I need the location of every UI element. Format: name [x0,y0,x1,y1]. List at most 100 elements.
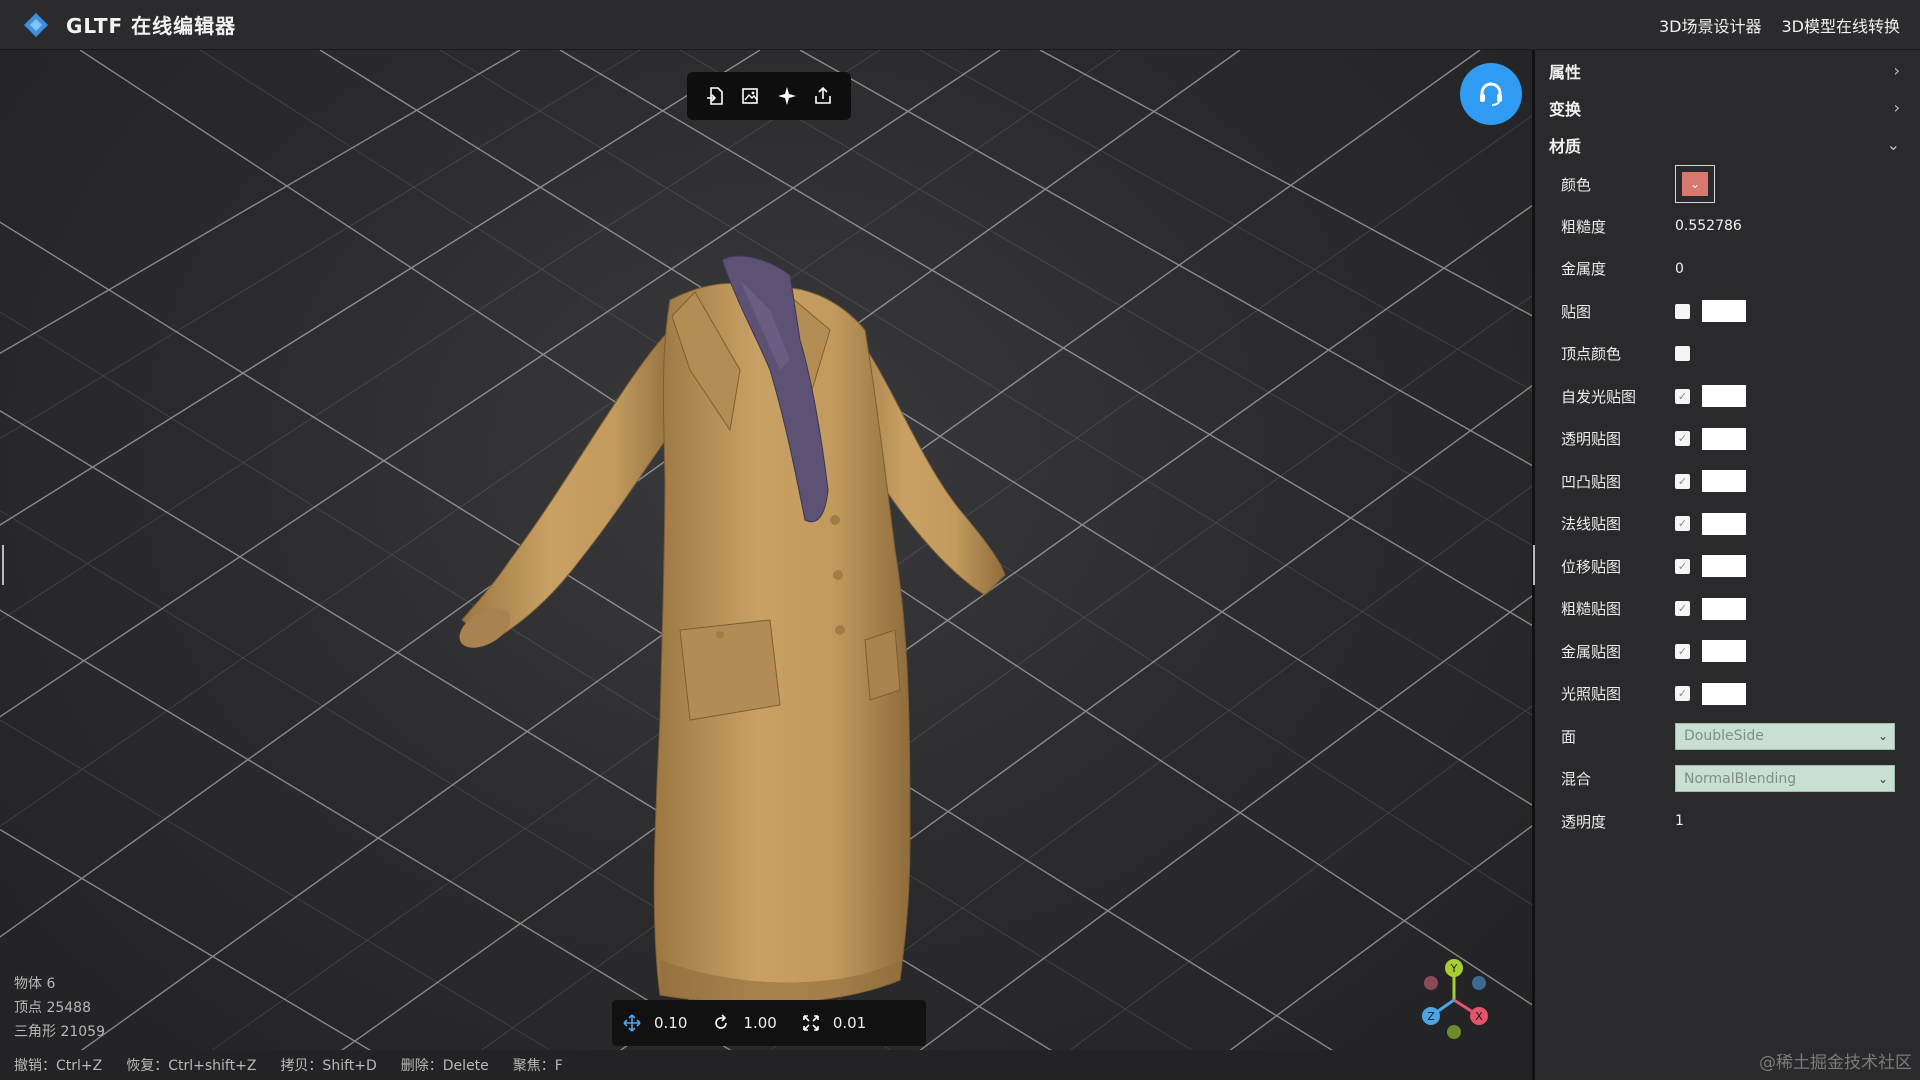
map-checkbox[interactable] [1675,303,1690,319]
model-converter-link[interactable]: 3D模型在线转换 [1781,13,1900,37]
roughness-label: 粗糙度 [1561,217,1607,236]
texture-map-row: 光照贴图 ✓ [1535,673,1920,716]
color-row: 颜色 ⌄ [1535,163,1920,205]
vertex-colors-label: 顶点颜色 [1561,345,1622,364]
shortcut-redo: 恢复：Ctrl+shift+Z [126,1058,257,1074]
rotate-icon [711,1013,731,1033]
texture-map-slot[interactable] [1702,385,1746,408]
image-export-button[interactable] [737,82,765,110]
opacity-value[interactable]: 1 [1675,813,1684,829]
import-button[interactable] [701,82,729,110]
section-transform[interactable]: 变换 › [1535,89,1920,126]
gizmo-x-label: X [1475,1010,1483,1023]
map-texture-slot[interactable] [1702,300,1746,323]
gizmo-y-label: Y [1450,962,1458,975]
scale-snap[interactable]: 0.01 [801,1013,866,1033]
texture-map-checkbox[interactable]: ✓ [1675,643,1690,659]
texture-map-slot[interactable] [1702,427,1746,450]
texture-map-row: 粗糙贴图 ✓ [1535,588,1920,631]
texture-map-label: 凹凸贴图 [1561,472,1622,491]
app-title: GLTF 在线编辑器 [66,14,237,38]
texture-map-row: 法线贴图 ✓ [1535,503,1920,546]
texture-map-row: 金属贴图 ✓ [1535,630,1920,673]
texture-map-checkbox[interactable]: ✓ [1675,516,1690,532]
color-label: 颜色 [1561,175,1592,194]
texture-map-checkbox[interactable]: ✓ [1675,601,1690,617]
chevron-down-icon: ⌄ [1877,771,1888,786]
help-button[interactable] [1460,63,1522,125]
coat-model[interactable] [440,220,1020,1020]
texture-map-slot[interactable] [1702,682,1746,705]
texture-map-row: 透明贴图 ✓ [1535,418,1920,461]
triangles-count: 三角形 21059 [14,1024,105,1040]
top-bar: GLTF 在线编辑器 3D场景设计器 3D模型在线转换 [0,0,1920,50]
texture-map-checkbox[interactable]: ✓ [1675,473,1690,489]
metalness-label: 金属度 [1561,260,1607,279]
roughness-row: 粗糙度 0.552786 [1535,205,1920,248]
color-picker[interactable]: ⌄ [1675,165,1715,203]
texture-map-slot[interactable] [1702,640,1746,663]
map-label: 贴图 [1561,302,1592,321]
light-icon [778,87,796,105]
properties-panel: 属性 › 变换 › 材质 ⌄ 颜色 ⌄ 粗糙度 0.552786 金属度 0 贴… [1535,50,1920,1080]
viewport-toolbar [687,72,851,120]
texture-map-label: 位移贴图 [1561,557,1622,576]
rotate-snap[interactable]: 1.00 [711,1013,777,1033]
chevron-right-icon: › [1893,98,1900,117]
blending-row: 混合 NormalBlending ⌄ [1535,758,1920,801]
vertices-count: 顶点 25488 [14,1000,91,1016]
shortcut-bar: 撤销：Ctrl+Z 恢复：Ctrl+shift+Z 拷贝：Shift+D 删除：… [0,1050,1532,1080]
move-snap-value: 0.10 [654,1014,688,1032]
3d-viewport[interactable]: Y X Z [0,50,1535,1080]
section-properties-title: 属性 [1549,62,1582,82]
section-material-title: 材质 [1549,136,1582,156]
texture-map-row: 位移贴图 ✓ [1535,545,1920,588]
rotate-snap-value: 1.00 [743,1014,777,1032]
blending-label: 混合 [1561,770,1592,789]
metalness-value[interactable]: 0 [1675,261,1684,277]
texture-map-row: 自发光贴图 ✓ [1535,375,1920,418]
texture-map-label: 金属贴图 [1561,642,1622,661]
objects-count: 物体 6 [14,976,56,992]
vertex-colors-checkbox[interactable] [1675,346,1690,362]
map-row: 贴图 [1535,290,1920,333]
left-resize-handle[interactable] [2,545,4,585]
texture-map-checkbox[interactable]: ✓ [1675,558,1690,574]
transform-snap-bar: 0.10 1.00 0.01 [612,1000,926,1046]
move-icon [622,1013,642,1033]
image-export-icon [742,88,758,104]
gizmo-z-label: Z [1427,1010,1435,1023]
blending-select[interactable]: NormalBlending ⌄ [1675,765,1895,793]
color-swatch-fill: ⌄ [1682,172,1708,196]
texture-map-label: 法线贴图 [1561,515,1622,534]
watermark: @稀土掘金技术社区 [1759,1053,1912,1073]
side-select[interactable]: DoubleSide ⌄ [1675,722,1895,750]
chevron-right-icon: › [1893,61,1900,80]
roughness-value[interactable]: 0.552786 [1675,218,1742,234]
move-snap[interactable]: 0.10 [622,1013,687,1033]
texture-map-slot[interactable] [1702,597,1746,620]
shortcut-undo: 撤销：Ctrl+Z [14,1058,103,1074]
shortcut-focus: 聚焦：F [512,1058,563,1074]
scene-designer-link[interactable]: 3D场景设计器 [1659,13,1762,37]
scale-snap-value: 0.01 [832,1014,867,1032]
vertex-colors-row: 顶点颜色 [1535,333,1920,376]
texture-map-label: 透明贴图 [1561,430,1622,449]
export-button[interactable] [809,82,837,110]
section-properties[interactable]: 属性 › [1535,52,1920,89]
texture-map-slot[interactable] [1702,555,1746,578]
metalness-row: 金属度 0 [1535,248,1920,291]
texture-map-slot[interactable] [1702,512,1746,535]
opacity-row: 透明度 1 [1535,800,1920,843]
section-transform-title: 变换 [1549,99,1582,119]
axis-gizmo[interactable]: Y X Z [1405,950,1515,1050]
texture-map-checkbox[interactable]: ✓ [1675,388,1690,404]
logo-icon [20,9,52,41]
side-row: 面 DoubleSide ⌄ [1535,715,1920,758]
texture-map-slot[interactable] [1702,470,1746,493]
light-button[interactable] [773,82,801,110]
texture-map-checkbox[interactable]: ✓ [1675,686,1690,702]
scale-icon [801,1013,821,1033]
texture-map-checkbox[interactable]: ✓ [1675,431,1690,447]
section-material[interactable]: 材质 ⌄ [1535,126,1920,163]
